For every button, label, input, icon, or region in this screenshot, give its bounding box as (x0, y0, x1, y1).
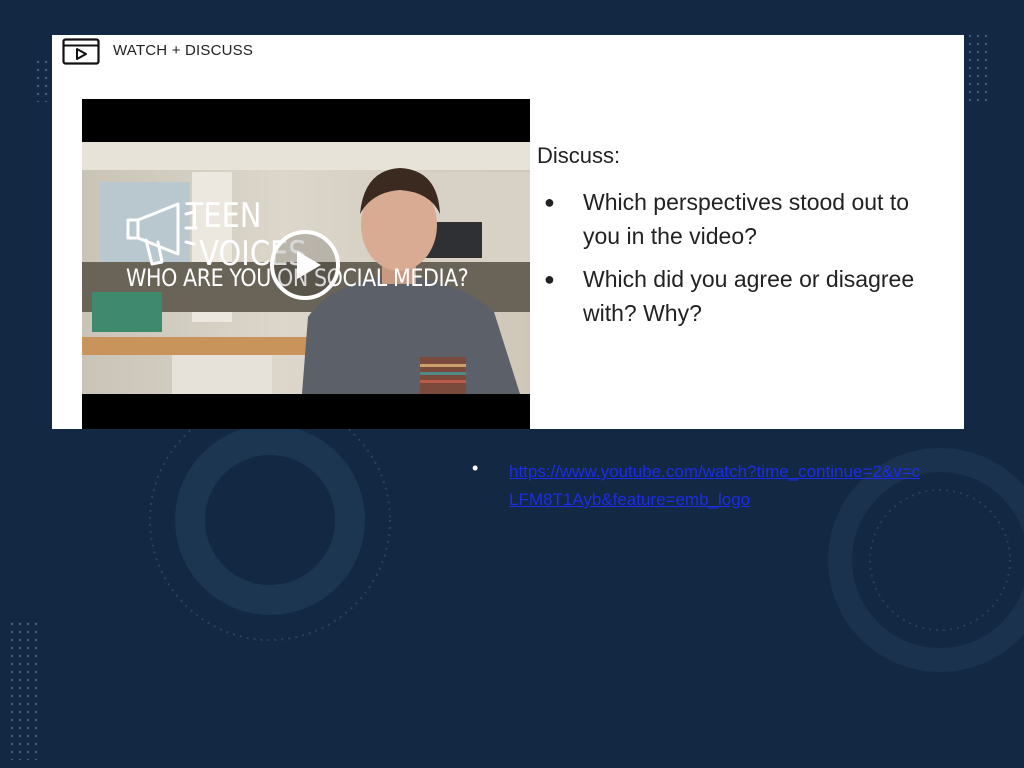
question-text: Which did you agree or disagree with? Wh… (583, 266, 915, 326)
video-player[interactable]: TEEN VOICES WHO ARE YOU ON SOCIAL MEDIA? (82, 99, 530, 429)
link-bullet: • (472, 458, 479, 478)
list-item: ● Which perspectives stood out to you in… (542, 185, 942, 253)
list-item: ● Which did you agree or disagree with? … (542, 262, 942, 330)
decorative-dot-grid-left (34, 58, 52, 102)
decorative-dot-grid-right (966, 32, 992, 102)
video-play-icon (62, 38, 100, 65)
play-icon[interactable] (269, 229, 341, 301)
discussion-questions: ● Which perspectives stood out to you in… (542, 185, 942, 339)
section-label: WATCH + DISCUSS (113, 42, 254, 59)
decorative-dot-grid-bottom (8, 620, 38, 760)
bullet: ● (544, 269, 555, 289)
question-text: Which perspectives stood out to you in t… (583, 189, 909, 249)
discussion-heading: Discuss: (537, 143, 621, 168)
youtube-video-link[interactable]: https://www.youtube.com/watch?time_conti… (509, 458, 929, 514)
slide-card: WATCH + DISCUSS TEEN VOICES WHO ARE YOU … (52, 35, 964, 429)
teen-voices-logo: TEEN (185, 197, 262, 236)
bullet: ● (544, 192, 555, 212)
